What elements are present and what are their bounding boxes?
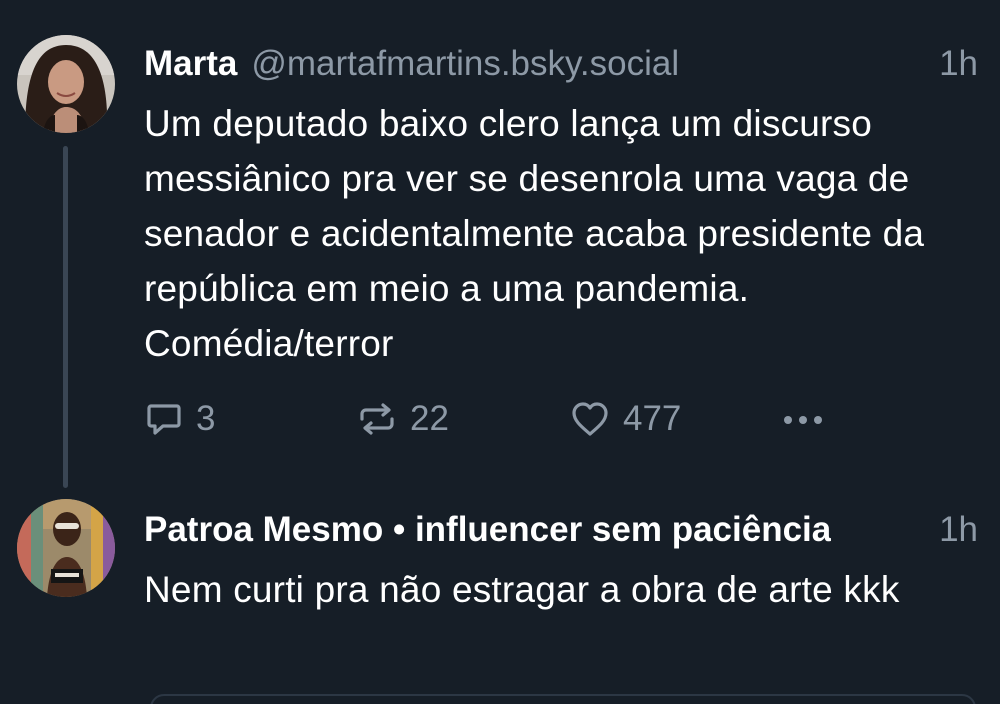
more-options-icon xyxy=(784,416,822,424)
heart-icon xyxy=(572,402,608,436)
repost-icon xyxy=(360,403,394,435)
repost-count: 22 xyxy=(410,399,449,438)
reply-author-display-name[interactable]: Patroa Mesmo • influencer sem paciência xyxy=(144,510,831,550)
avatar-patroa-mesmo[interactable] xyxy=(17,499,115,597)
author-handle[interactable]: @martafmartins.bsky.social xyxy=(251,44,679,84)
author-display-name[interactable]: Marta xyxy=(144,44,237,84)
next-card-edge xyxy=(150,694,976,704)
more-options-button[interactable] xyxy=(780,396,842,442)
avatar-marta-image xyxy=(17,35,115,133)
post-timestamp[interactable]: 1h xyxy=(929,44,978,84)
avatar-patroa-image xyxy=(17,499,115,597)
like-button[interactable]: 477 xyxy=(569,396,681,442)
reply-post-timestamp[interactable]: 1h xyxy=(929,510,978,550)
post-body-text: Um deputado baixo clero lança um discurs… xyxy=(144,103,925,364)
repost-button[interactable]: 22 xyxy=(356,396,449,442)
like-count: 477 xyxy=(623,399,682,438)
post-header: Marta @martafmartins.bsky.social 1h xyxy=(144,44,978,84)
post-actions-bar: 3 22 477 xyxy=(144,396,844,442)
reply-post-header: Patroa Mesmo • influencer sem paciência … xyxy=(144,510,978,550)
reply-button[interactable]: 3 xyxy=(144,396,215,442)
reply-post-body-text: Nem curti pra não estragar a obra de art… xyxy=(144,569,900,610)
reply-count: 3 xyxy=(196,399,216,438)
reply-icon xyxy=(147,404,181,435)
thread-screen: Marta @martafmartins.bsky.social 1h Um d… xyxy=(0,0,1000,704)
avatar-marta[interactable] xyxy=(17,35,115,133)
thread-connector-line xyxy=(63,146,68,488)
